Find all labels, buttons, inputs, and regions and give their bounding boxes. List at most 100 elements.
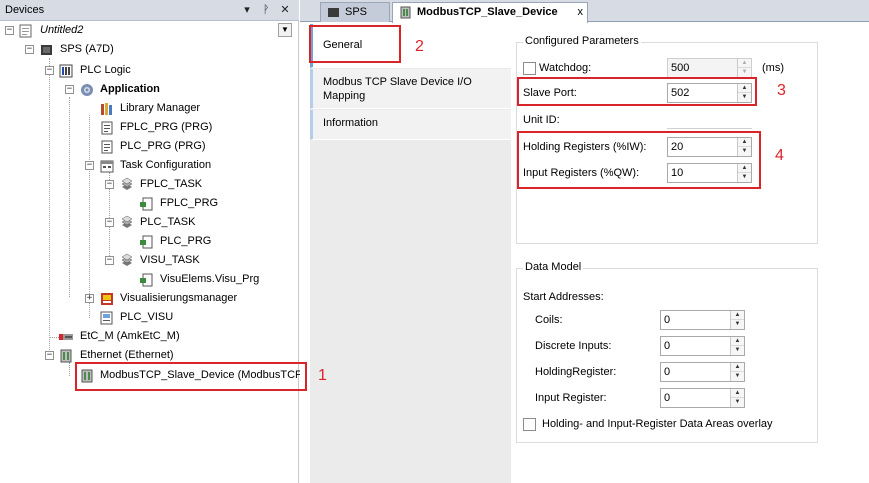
unit-id-field[interactable]	[667, 109, 752, 129]
tree-item-plc-prg[interactable]: PLC_PRG (PRG)	[0, 138, 299, 156]
panel-menu-dropdown-icon[interactable]: ▾	[240, 3, 254, 17]
tree-item-visualisierungsmanager[interactable]: + Visualisierungsmanager	[0, 290, 299, 308]
collapse-icon[interactable]: −	[65, 85, 74, 94]
tree-item-plc-prg-call[interactable]: PLC_PRG	[0, 233, 299, 251]
group-title: Data Model	[523, 261, 584, 273]
task-icon	[121, 253, 133, 266]
tab-label: SPS	[345, 6, 368, 18]
tree-item-label: PLC Logic	[80, 64, 131, 76]
tree-item-plc-logic[interactable]: − PLC Logic	[0, 62, 299, 80]
spin-up-icon[interactable]: ▲	[731, 337, 744, 346]
side-tabs-background	[310, 140, 511, 483]
document-tab-strip: SPS ModbusTCP_Slave_Device x	[300, 0, 869, 23]
coils-spinner[interactable]: ▲▼	[660, 310, 745, 330]
collapse-icon[interactable]: −	[45, 351, 54, 360]
tree-item-label: VisuElems.Visu_Prg	[160, 273, 260, 285]
devices-panel-title: Devices	[5, 4, 45, 16]
plc-logic-icon	[59, 64, 73, 78]
tree-item-library-manager[interactable]: Library Manager	[0, 100, 299, 118]
spin-down-icon[interactable]: ▼	[731, 372, 744, 381]
close-icon[interactable]: x	[578, 6, 584, 18]
tree-item-fplc-prg-call[interactable]: FPLC_PRG	[0, 195, 299, 213]
tree-item-label: SPS (A7D)	[60, 43, 114, 55]
collapse-icon[interactable]: −	[105, 256, 114, 265]
tree-item-etc-m[interactable]: EtC_M (AmkEtC_M)	[0, 328, 299, 346]
program-call-icon	[140, 197, 153, 211]
input-register-input[interactable]	[664, 392, 725, 404]
spin-up-icon[interactable]: ▲	[731, 311, 744, 320]
expand-icon[interactable]: +	[85, 294, 94, 303]
discrete-inputs-input[interactable]	[664, 340, 725, 352]
annotation-number-3: 3	[777, 82, 786, 99]
devices-panel: Devices ▾ ᚹ ✕ ▼ − Untitled2 − SPS (A7D) …	[0, 0, 313, 483]
tree-item-label: Visualisierungsmanager	[120, 292, 238, 304]
holding-register-spinner[interactable]: ▲▼	[660, 362, 745, 382]
tree-item-task-configuration[interactable]: − Task Configuration	[0, 157, 299, 175]
tree-item-fplc-prg[interactable]: FPLC_PRG (PRG)	[0, 119, 299, 137]
tree-item-plc-task[interactable]: − PLC_TASK	[0, 214, 299, 232]
tree-item-label: EtC_M (AmkEtC_M)	[80, 330, 180, 342]
program-call-icon	[140, 235, 153, 249]
spin-up-icon[interactable]: ▲	[731, 389, 744, 398]
tree-item-label: Task Configuration	[120, 159, 212, 171]
tree-item-sps[interactable]: − SPS (A7D)	[0, 41, 299, 59]
collapse-icon[interactable]: −	[25, 45, 34, 54]
overlay-label: Holding- and Input-Register Data Areas o…	[542, 418, 773, 430]
collapse-icon[interactable]: −	[105, 218, 114, 227]
tree-item-plc-visu[interactable]: PLC_VISU	[0, 309, 299, 327]
tree-item-visu-task[interactable]: − VISU_TASK	[0, 252, 299, 270]
watchdog-checkbox[interactable]	[523, 62, 536, 75]
unit-id-label: Unit ID:	[523, 114, 560, 126]
editor-side-tabs: General Modbus TCP Slave Device I/O Mapp…	[310, 24, 511, 483]
collapse-icon[interactable]: −	[5, 26, 14, 35]
task-configuration-icon	[100, 160, 114, 173]
collapse-icon[interactable]: −	[85, 161, 94, 170]
collapse-icon[interactable]: −	[45, 66, 54, 75]
tree-item-label: Ethernet (Ethernet)	[80, 349, 174, 361]
tree-item-application[interactable]: − Application	[0, 81, 299, 99]
collapse-icon[interactable]: −	[105, 180, 114, 189]
modbus-device-icon	[400, 6, 411, 19]
spin-down-icon[interactable]: ▼	[731, 398, 744, 407]
data-model-group: Data Model Start Addresses: Coils: ▲▼ Di…	[516, 261, 818, 443]
tree-item-project[interactable]: − Untitled2	[0, 22, 299, 40]
side-tab-label: Information	[323, 117, 379, 129]
library-icon	[101, 103, 112, 115]
start-addresses-label: Start Addresses:	[523, 291, 604, 303]
panel-close-icon[interactable]: ✕	[278, 3, 292, 17]
spin-down-icon[interactable]: ▼	[731, 346, 744, 355]
tree-item-label: FPLC_PRG (PRG)	[120, 121, 213, 133]
panel-pin-icon[interactable]: ᚹ	[259, 3, 273, 17]
overlay-checkbox[interactable]	[523, 418, 536, 431]
tree-item-label: PLC_PRG	[160, 235, 212, 247]
tab-label: ModbusTCP_Slave_Device	[417, 6, 558, 18]
holding-register-label: HoldingRegister:	[535, 366, 617, 378]
holding-register-input[interactable]	[664, 366, 725, 378]
discrete-inputs-label: Discrete Inputs:	[535, 340, 612, 352]
spin-up-icon: ▲	[738, 59, 751, 68]
program-icon	[101, 140, 113, 154]
tree-item-label: Application	[100, 83, 160, 95]
tab-sps[interactable]: SPS	[320, 2, 390, 22]
program-icon	[101, 121, 113, 135]
coils-input[interactable]	[664, 314, 725, 326]
spin-up-icon[interactable]: ▲	[731, 363, 744, 372]
input-register-spinner[interactable]: ▲▼	[660, 388, 745, 408]
annotation-box-1	[75, 362, 307, 391]
ethernet-icon	[60, 349, 72, 363]
editor-area: SPS ModbusTCP_Slave_Device x General Mod…	[300, 0, 869, 483]
annotation-number-1: 1	[318, 367, 327, 384]
side-tab-io-mapping[interactable]: Modbus TCP Slave Device I/O Mapping	[310, 69, 511, 109]
tree-item-label: PLC_TASK	[140, 216, 196, 228]
task-icon	[121, 215, 133, 228]
tree-item-visuelems-prg[interactable]: VisuElems.Visu_Prg	[0, 271, 299, 289]
tab-modbustcp-slave-device[interactable]: ModbusTCP_Slave_Device x	[392, 2, 588, 23]
discrete-inputs-spinner[interactable]: ▲▼	[660, 336, 745, 356]
spin-down-icon[interactable]: ▼	[731, 320, 744, 329]
side-tab-label: Modbus TCP Slave Device I/O Mapping	[323, 76, 472, 102]
side-tab-information[interactable]: Information	[310, 110, 511, 140]
tree-item-label: VISU_TASK	[140, 254, 200, 266]
task-icon	[121, 177, 133, 190]
tree-item-fplc-task[interactable]: − FPLC_TASK	[0, 176, 299, 194]
devices-panel-header: Devices ▾ ᚹ ✕	[0, 0, 299, 21]
